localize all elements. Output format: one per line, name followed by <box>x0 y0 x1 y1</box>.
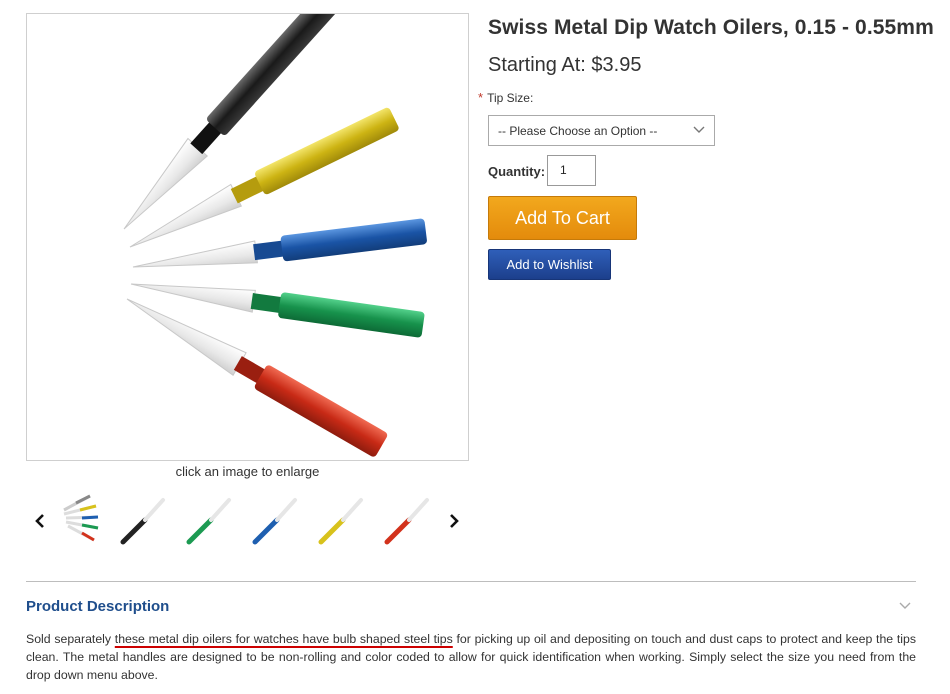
enlarge-hint: click an image to enlarge <box>175 464 320 479</box>
chevron-down-icon <box>693 126 705 133</box>
thumbnail-yellow[interactable] <box>313 490 369 550</box>
thumbnail-red[interactable] <box>379 490 435 550</box>
chevron-down-icon[interactable] <box>898 600 912 612</box>
description-highlight: these metal dip oilers for watches have … <box>114 632 453 646</box>
thumbnail-black[interactable] <box>115 490 171 550</box>
main-product-image[interactable] <box>26 13 469 461</box>
add-to-cart-button[interactable]: Add To Cart <box>488 196 637 240</box>
description-text-before: Sold separately <box>26 632 115 646</box>
chevron-left-icon <box>35 514 44 528</box>
section-divider <box>26 581 916 582</box>
product-description-heading[interactable]: Product Description <box>26 598 169 615</box>
add-to-wishlist-button[interactable]: Add to Wishlist <box>488 249 611 280</box>
thumbnail-blue[interactable] <box>247 490 303 550</box>
product-title: Swiss Metal Dip Watch Oilers, 0.15 - 0.5… <box>488 16 934 39</box>
thumbnail-multi[interactable] <box>54 490 110 550</box>
quantity-input[interactable]: 1 <box>547 155 596 186</box>
thumbnail-prev-button[interactable] <box>30 508 50 534</box>
thumbnail-green[interactable] <box>181 490 237 550</box>
chevron-right-icon <box>450 514 459 528</box>
tip-size-selected-value: -- Please Choose an Option -- <box>498 123 658 138</box>
tip-size-label-text: Tip Size: <box>487 91 534 105</box>
required-mark: * <box>478 90 484 105</box>
tip-size-label: * Tip Size: <box>478 90 533 105</box>
thumbnail-next-button[interactable] <box>444 508 464 534</box>
tip-size-select[interactable]: -- Please Choose an Option -- <box>488 115 715 146</box>
product-price: Starting At: $3.95 <box>488 54 642 76</box>
quantity-label: Quantity: <box>488 164 546 179</box>
product-description-text: Sold separately these metal dip oilers f… <box>26 630 916 684</box>
